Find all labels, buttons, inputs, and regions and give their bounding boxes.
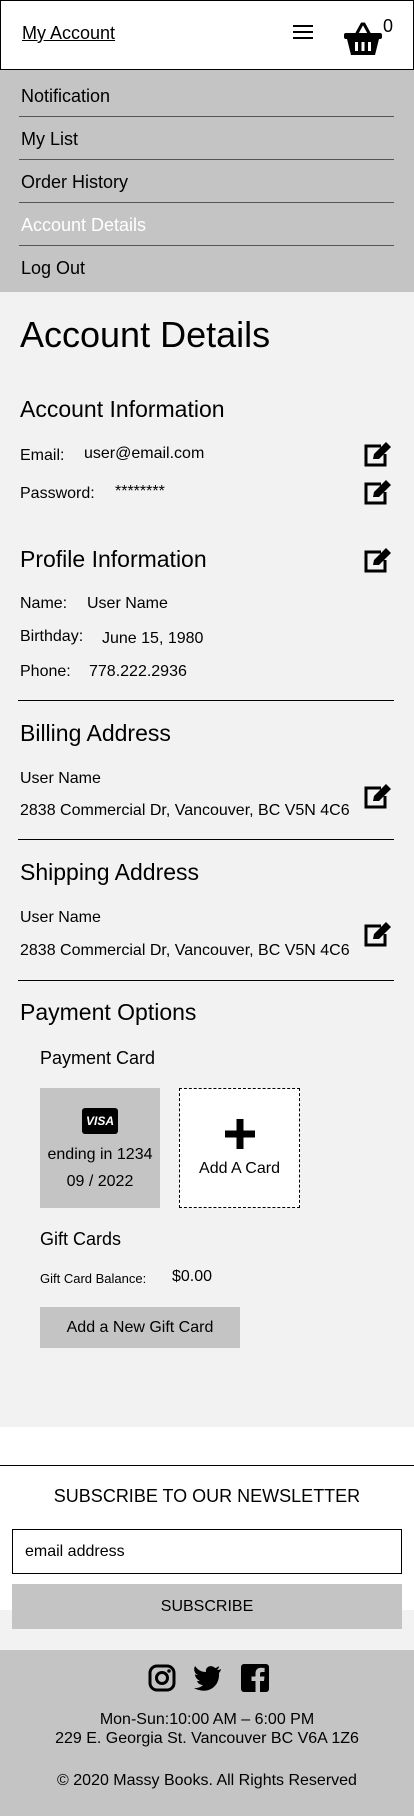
edit-password-icon[interactable] bbox=[363, 480, 391, 506]
newsletter-email-input[interactable] bbox=[12, 1529, 402, 1574]
account-information-heading: Account Information bbox=[20, 396, 225, 422]
nav-divider bbox=[19, 202, 394, 203]
saved-payment-card[interactable]: VISA ending in 1234 09 / 2022 bbox=[40, 1088, 160, 1208]
instagram-icon[interactable] bbox=[148, 1664, 176, 1692]
add-card-button[interactable]: Add A Card bbox=[179, 1088, 300, 1208]
billing-address-heading: Billing Address bbox=[20, 720, 171, 746]
add-card-label: Add A Card bbox=[199, 1160, 280, 1177]
cart-count-badge: 0 bbox=[383, 16, 394, 36]
shipping-address: 2838 Commercial Dr, Vancouver, BC V5N 4C… bbox=[20, 942, 350, 959]
store-address: 229 E. Georgia St. Vancouver BC V6A 1Z6 bbox=[55, 1730, 359, 1747]
phone-label: Phone: bbox=[20, 663, 71, 680]
social-icons bbox=[148, 1664, 272, 1694]
account-nav-menu: Notification My List Order History Accou… bbox=[0, 70, 414, 292]
gift-card-balance-value: $0.00 bbox=[172, 1268, 213, 1285]
phone-value: 778.222.2936 bbox=[89, 663, 187, 680]
nav-item-order-history[interactable]: Order History bbox=[19, 161, 394, 204]
edit-shipping-icon[interactable] bbox=[363, 922, 391, 948]
facebook-icon[interactable] bbox=[241, 1664, 269, 1692]
section-divider bbox=[18, 839, 394, 840]
visa-logo-icon: VISA bbox=[82, 1108, 118, 1134]
nav-divider bbox=[19, 116, 394, 117]
gift-card-balance-label: Gift Card Balance: bbox=[40, 1271, 147, 1286]
nav-item-my-list[interactable]: My List bbox=[19, 118, 394, 161]
hamburger-menu-icon[interactable] bbox=[293, 25, 315, 45]
email-value: user@email.com bbox=[84, 445, 205, 462]
birthday-label: Birthday: bbox=[20, 628, 84, 645]
edit-email-icon[interactable] bbox=[363, 442, 391, 468]
password-value: ******** bbox=[115, 483, 165, 500]
card-ending: ending in 1234 bbox=[47, 1146, 153, 1163]
subscribe-button[interactable]: SUBSCRIBE bbox=[12, 1584, 402, 1629]
billing-address: 2838 Commercial Dr, Vancouver, BC V5N 4C… bbox=[20, 802, 350, 819]
nav-divider bbox=[19, 245, 394, 246]
shipping-address-heading: Shipping Address bbox=[20, 859, 200, 885]
gift-cards-heading: Gift Cards bbox=[40, 1229, 122, 1249]
my-account-link[interactable]: My Account bbox=[22, 23, 115, 44]
page-title: Account Details bbox=[20, 314, 271, 355]
shipping-name: User Name bbox=[20, 909, 101, 926]
nav-item-log-out[interactable]: Log Out bbox=[19, 247, 394, 290]
plus-icon bbox=[225, 1119, 255, 1149]
profile-information-heading: Profile Information bbox=[20, 546, 207, 572]
card-expiry: 09 / 2022 bbox=[66, 1173, 134, 1190]
password-label: Password: bbox=[20, 485, 95, 502]
store-hours: Mon-Sun:10:00 AM – 6:00 PM bbox=[99, 1711, 315, 1728]
add-gift-card-button[interactable]: Add a New Gift Card bbox=[40, 1307, 240, 1348]
edit-profile-icon[interactable] bbox=[363, 548, 391, 574]
payment-options-heading: Payment Options bbox=[20, 999, 197, 1025]
section-divider bbox=[18, 980, 394, 981]
billing-name: User Name bbox=[20, 770, 101, 787]
edit-billing-icon[interactable] bbox=[363, 784, 391, 810]
site-footer: Mon-Sun:10:00 AM – 6:00 PM 229 E. Georgi… bbox=[0, 1650, 414, 1816]
shopping-basket-icon[interactable] bbox=[343, 21, 383, 57]
nav-item-notification[interactable]: Notification bbox=[19, 75, 394, 118]
payment-card-heading: Payment Card bbox=[40, 1048, 156, 1068]
newsletter-title: SUBSCRIBE TO OUR NEWSLETTER bbox=[53, 1486, 361, 1506]
name-label: Name: bbox=[20, 595, 68, 612]
email-label: Email: bbox=[20, 447, 65, 464]
section-divider bbox=[18, 700, 394, 701]
nav-item-account-details[interactable]: Account Details bbox=[19, 204, 394, 247]
account-details-section: Account Details Account Information Emai… bbox=[0, 292, 414, 1427]
nav-divider bbox=[19, 159, 394, 160]
name-value: User Name bbox=[87, 595, 168, 612]
app-header: My Account 0 bbox=[0, 0, 414, 70]
birthday-value: June 15, 1980 bbox=[102, 630, 204, 647]
copyright: © 2020 Massy Books. All Rights Reserved bbox=[57, 1772, 357, 1789]
twitter-icon[interactable] bbox=[194, 1665, 222, 1691]
